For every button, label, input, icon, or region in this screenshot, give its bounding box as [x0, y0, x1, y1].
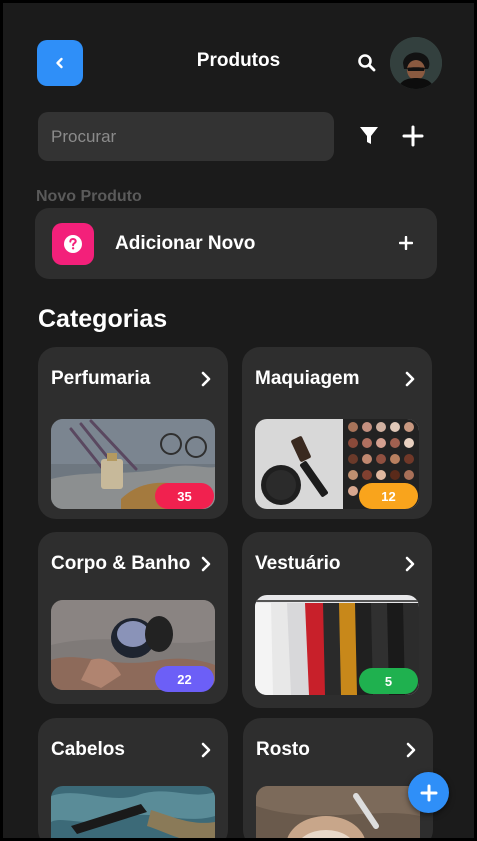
new-product-label: Novo Produto: [36, 188, 142, 205]
plus-icon: [420, 784, 437, 801]
category-count-badge: 35: [155, 483, 214, 509]
chevron-right-icon[interactable]: [404, 371, 416, 387]
category-card-rosto[interactable]: Rosto: [243, 718, 433, 838]
search-field[interactable]: [38, 112, 334, 161]
add-new-icon-box: [52, 223, 94, 265]
search-icon[interactable]: [356, 52, 378, 74]
category-name: Rosto: [256, 739, 310, 760]
products-screen: Produtos Novo Produto Adicio: [3, 3, 474, 838]
category-image-face: [256, 786, 420, 838]
category-image-hair: [51, 786, 215, 838]
category-name: Maquiagem: [255, 368, 360, 389]
category-name: Perfumaria: [51, 368, 151, 389]
category-name: Cabelos: [51, 739, 125, 760]
category-card-maquiagem[interactable]: Maquiagem 12: [242, 347, 432, 519]
category-card-corpo-banho[interactable]: Corpo & Banho 22: [38, 532, 228, 704]
category-card-vestuario[interactable]: Vestuário 5: [242, 532, 432, 708]
category-card-perfumaria[interactable]: Perfumaria 35: [38, 347, 228, 519]
chevron-right-icon[interactable]: [200, 742, 212, 758]
user-avatar[interactable]: [390, 37, 442, 89]
chevron-right-icon[interactable]: [200, 556, 212, 572]
add-new-product-card[interactable]: Adicionar Novo: [35, 208, 437, 279]
add-new-label: Adicionar Novo: [115, 233, 256, 254]
add-product-icon[interactable]: [402, 125, 424, 147]
filter-icon[interactable]: [358, 125, 380, 147]
category-name: Vestuário: [255, 553, 341, 574]
chevron-right-icon[interactable]: [405, 742, 417, 758]
category-count-badge: 5: [359, 668, 418, 694]
search-input[interactable]: [38, 112, 334, 161]
chevron-right-icon[interactable]: [404, 556, 416, 572]
question-circle-icon: [64, 235, 82, 253]
plus-icon: [399, 236, 413, 250]
add-fab-button[interactable]: [408, 772, 449, 813]
category-name: Corpo & Banho: [51, 553, 191, 574]
categories-title: Categorias: [38, 305, 168, 333]
category-count-badge: 12: [359, 483, 418, 509]
chevron-right-icon[interactable]: [200, 371, 212, 387]
category-count-badge: 22: [155, 666, 214, 692]
category-card-cabelos[interactable]: Cabelos: [38, 718, 228, 838]
